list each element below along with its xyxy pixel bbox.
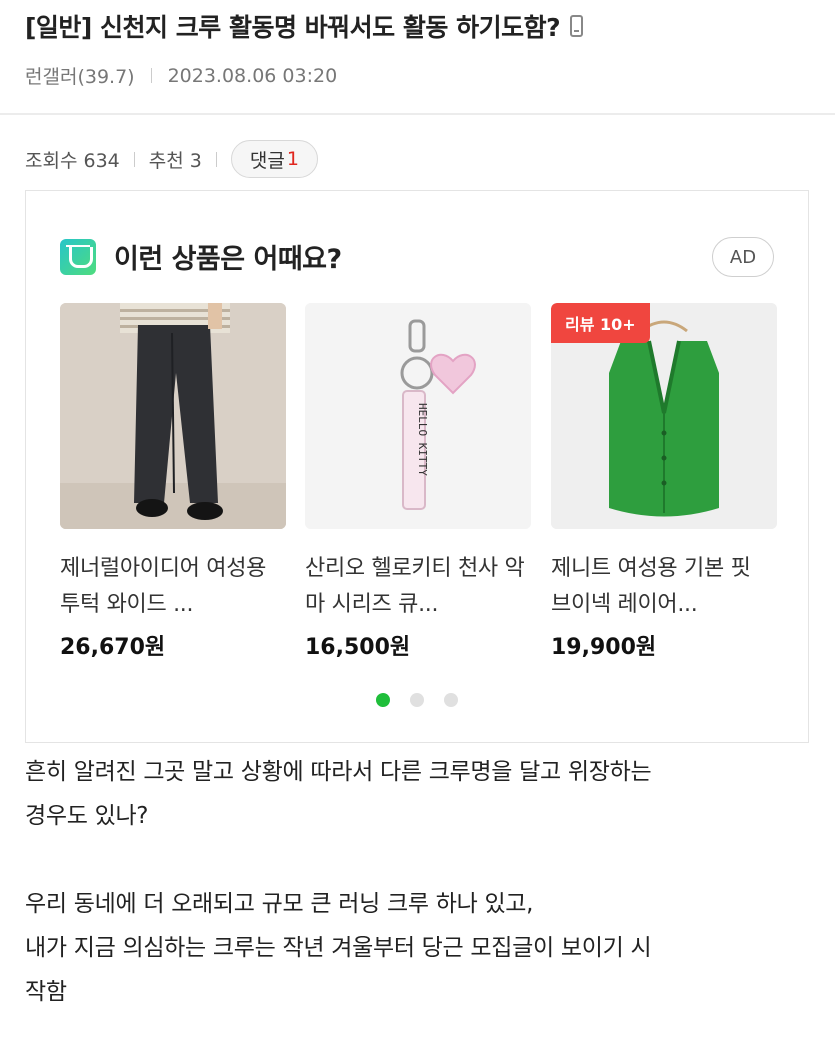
product-name[interactable]: 제너럴아이디어 여성용 투턱 와이드 ... <box>60 551 286 623</box>
meta-divider <box>150 68 152 83</box>
post-title: [일반] 신천지 크루 활동명 바꿔서도 활동 하기도함? <box>25 8 584 44</box>
price-unit: 원 <box>389 635 411 660</box>
price-amount: 19,900 <box>551 635 636 660</box>
comments-count: 1 <box>286 148 299 170</box>
shopping-bag-icon <box>60 238 96 275</box>
mobile-icon <box>570 15 584 37</box>
body-line: 경우도 있나? <box>25 803 149 829</box>
product-name[interactable]: 제니트 여성용 기본 핏 브이넥 레이어... <box>551 551 777 623</box>
keychain-image: HELLO KITTY <box>305 303 531 529</box>
price-amount: 26,670 <box>60 635 145 660</box>
post-datetime: 2023.08.06 03:20 <box>167 64 338 87</box>
pagination-dot[interactable] <box>444 693 458 707</box>
carousel-pagination <box>26 693 808 707</box>
keychain-text: HELLO KITTY <box>416 403 429 476</box>
stats-divider <box>133 151 135 167</box>
body-line: 우리 동네에 더 오래되고 규모 큰 러닝 크루 하나 있고, <box>25 891 534 917</box>
product-image[interactable]: 리뷰 10+ <box>551 303 777 529</box>
product-card[interactable]: HELLO KITTY 산리오 헬로키티 천사 악마 시리즈 큐... 16,5… <box>305 303 531 661</box>
ad-header: 이런 상품은 어때요? <box>60 237 342 276</box>
price-unit: 원 <box>144 635 166 660</box>
body-line: 작함 <box>25 979 67 1005</box>
post-stats: 조회수 634 추천 3 댓글 1 <box>25 140 318 178</box>
likes-count: 추천 3 <box>148 149 202 172</box>
product-image[interactable]: HELLO KITTY <box>305 303 531 529</box>
pagination-dot-active[interactable] <box>376 693 390 707</box>
body-line: 흔히 알려진 그곳 말고 상황에 따라서 다른 크루명을 달고 위장하는 <box>25 759 652 785</box>
price-unit: 원 <box>635 635 657 660</box>
review-badge: 리뷰 10+ <box>551 303 650 343</box>
header-divider <box>0 113 835 115</box>
post-title-text: [일반] 신천지 크루 활동명 바꿔서도 활동 하기도함? <box>25 13 561 42</box>
body-line <box>25 838 815 882</box>
product-price: 19,900 원 <box>551 629 777 661</box>
ad-heading: 이런 상품은 어때요? <box>114 244 342 275</box>
product-price: 16,500 원 <box>305 629 531 661</box>
product-card[interactable]: 제너럴아이디어 여성용 투턱 와이드 ... 26,670 원 <box>60 303 286 661</box>
author-name[interactable]: 런갤러(39.7) <box>25 62 135 89</box>
ad-product-carousel: 이런 상품은 어때요? AD 제너럴아이디어 여성용 투턱 와이드 ... 26… <box>25 190 809 743</box>
product-image[interactable] <box>60 303 286 529</box>
stats-divider <box>215 151 217 167</box>
post-meta: 런갤러(39.7) 2023.08.06 03:20 <box>25 62 337 89</box>
product-price: 26,670 원 <box>60 629 286 661</box>
post-body: 흔히 알려진 그곳 말고 상황에 따라서 다른 크루명을 달고 위장하는 경우도… <box>25 750 815 1014</box>
views-count: 조회수 634 <box>25 149 120 172</box>
comments-label: 댓글 <box>249 149 285 172</box>
price-amount: 16,500 <box>305 635 390 660</box>
product-card[interactable]: 리뷰 10+ 제니트 여성용 기본 핏 브이넥 레이어... 19,900 원 <box>551 303 777 661</box>
pagination-dot[interactable] <box>410 693 424 707</box>
body-line: 내가 지금 의심하는 크루는 작년 겨울부터 당근 모집글이 보이기 시 <box>25 935 652 961</box>
comments-button[interactable]: 댓글 1 <box>230 140 318 178</box>
trousers-image <box>60 303 286 529</box>
ad-badge[interactable]: AD <box>712 237 774 277</box>
product-name[interactable]: 산리오 헬로키티 천사 악마 시리즈 큐... <box>305 551 531 623</box>
